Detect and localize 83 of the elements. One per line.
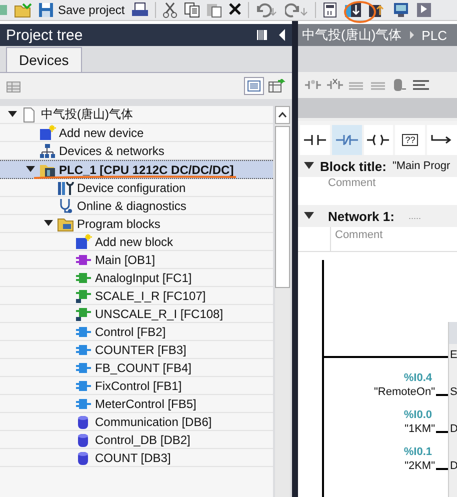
copy-icon[interactable] bbox=[184, 2, 200, 18]
empty-box-button[interactable]: ?? bbox=[395, 125, 426, 155]
instruction-button[interactable] bbox=[300, 125, 330, 155]
collapse-icon[interactable] bbox=[278, 29, 286, 41]
wire bbox=[436, 431, 448, 433]
tree-item[interactable]: PLC_1 [CPU 1212C DC/DC/DC] bbox=[0, 160, 273, 179]
closed-contact-icon bbox=[334, 132, 359, 148]
locked-block-icon bbox=[75, 306, 92, 322]
save-icon bbox=[38, 2, 54, 18]
scroll-up-icon[interactable] bbox=[275, 106, 290, 124]
expand-arrow-icon[interactable] bbox=[8, 110, 16, 119]
instruction-button[interactable] bbox=[364, 125, 394, 155]
printer-icon[interactable] bbox=[130, 2, 149, 18]
tag-label: "1KM" bbox=[404, 423, 435, 435]
tree-item[interactable]: AnalogInput [FC1] bbox=[0, 269, 273, 287]
tree-item[interactable]: Online & diagnostics bbox=[0, 197, 273, 215]
scissors-icon[interactable] bbox=[162, 2, 178, 18]
wire bbox=[436, 468, 448, 470]
tree-item[interactable]: COUNTER [FB3] bbox=[0, 341, 273, 359]
annotation-circle bbox=[343, 0, 377, 24]
network-icon bbox=[39, 142, 56, 158]
pin-label: S bbox=[450, 386, 457, 398]
tree-item[interactable]: Add new block bbox=[0, 233, 273, 251]
coil-icon bbox=[366, 132, 390, 148]
breadcrumb-item[interactable]: PLC bbox=[422, 28, 447, 42]
folder-icon bbox=[57, 216, 74, 232]
align-icon[interactable] bbox=[412, 78, 430, 92]
address-label: %I0.4 bbox=[404, 372, 432, 384]
tree-item[interactable]: COUNT [DB3] bbox=[0, 449, 273, 467]
panel-title: Project tree bbox=[6, 26, 84, 44]
overview-button[interactable] bbox=[244, 77, 264, 95]
network-title: ..... bbox=[408, 211, 421, 221]
tree-item[interactable]: Communication [DB6] bbox=[0, 413, 273, 431]
tree-item[interactable]: Add new device bbox=[0, 124, 273, 142]
undo-icon[interactable] bbox=[254, 2, 279, 18]
redo-icon[interactable] bbox=[284, 2, 309, 18]
comment-text: Comment bbox=[328, 177, 376, 189]
breadcrumb-item[interactable]: 中气投(唐山)气体 bbox=[302, 26, 402, 44]
tree-item[interactable]: Device configuration bbox=[0, 179, 273, 197]
cylinder-icon[interactable] bbox=[392, 78, 408, 92]
tree-item[interactable]: 中气投(唐山)气体 bbox=[0, 106, 273, 124]
locked-block-icon bbox=[75, 288, 92, 304]
comment-field[interactable]: Comment bbox=[330, 227, 457, 251]
monitor-icon[interactable] bbox=[392, 2, 410, 18]
tree-item[interactable]: FB_COUNT [FB4] bbox=[0, 359, 273, 377]
add-device-icon bbox=[39, 124, 56, 140]
tree-item[interactable]: Control_DB [DB2] bbox=[0, 431, 273, 449]
paste-icon[interactable] bbox=[206, 2, 222, 18]
contact-icon bbox=[302, 132, 327, 148]
folder-icon[interactable] bbox=[14, 2, 32, 18]
insert-network-icon[interactable] bbox=[304, 78, 322, 92]
block-title-label: Block title: bbox=[320, 158, 386, 174]
save-project-button[interactable]: Save project bbox=[38, 2, 125, 18]
pin-label: E bbox=[450, 349, 457, 361]
collapse-icon[interactable] bbox=[304, 162, 314, 170]
tree-item[interactable]: Main [OB1] bbox=[0, 251, 273, 269]
device-config-icon bbox=[57, 180, 74, 196]
instruction-button[interactable] bbox=[427, 125, 457, 155]
network-label: Network 1: bbox=[328, 208, 394, 224]
tree-item[interactable]: Control [FB2] bbox=[0, 323, 273, 341]
table-arrow-icon[interactable] bbox=[268, 79, 286, 93]
delete-network-icon[interactable] bbox=[326, 78, 344, 92]
address-label: %I0.0 bbox=[404, 409, 432, 421]
simulation-icon[interactable] bbox=[416, 2, 434, 18]
tag-label: "RemoteOn" bbox=[374, 386, 435, 398]
expand-arrow-icon[interactable] bbox=[26, 165, 34, 174]
address-label: %I0.1 bbox=[404, 446, 432, 458]
tree-item[interactable]: MeterControl [FB5] bbox=[0, 395, 273, 413]
block-title-value: "Main Progr bbox=[392, 160, 450, 172]
wire bbox=[436, 394, 448, 396]
add-block-icon bbox=[75, 234, 92, 250]
scrollbar[interactable] bbox=[275, 106, 290, 497]
layout-icon[interactable] bbox=[256, 29, 268, 41]
tree-item[interactable]: UNSCALE_R_I [FC108] bbox=[0, 305, 273, 323]
compile-icon[interactable] bbox=[322, 2, 338, 18]
tree-item[interactable]: Program blocks bbox=[0, 215, 273, 233]
collapse-icon[interactable] bbox=[304, 212, 314, 220]
download-icon[interactable] bbox=[344, 2, 362, 18]
tree-item[interactable]: FixControl [FB1] bbox=[0, 377, 273, 395]
expand-arrow-icon[interactable] bbox=[44, 219, 52, 228]
tab[interactable]: Devices bbox=[6, 47, 82, 72]
tree-item[interactable]: SCALE_I_R [FC107] bbox=[0, 287, 273, 305]
tag-label: "2KM" bbox=[404, 460, 435, 472]
